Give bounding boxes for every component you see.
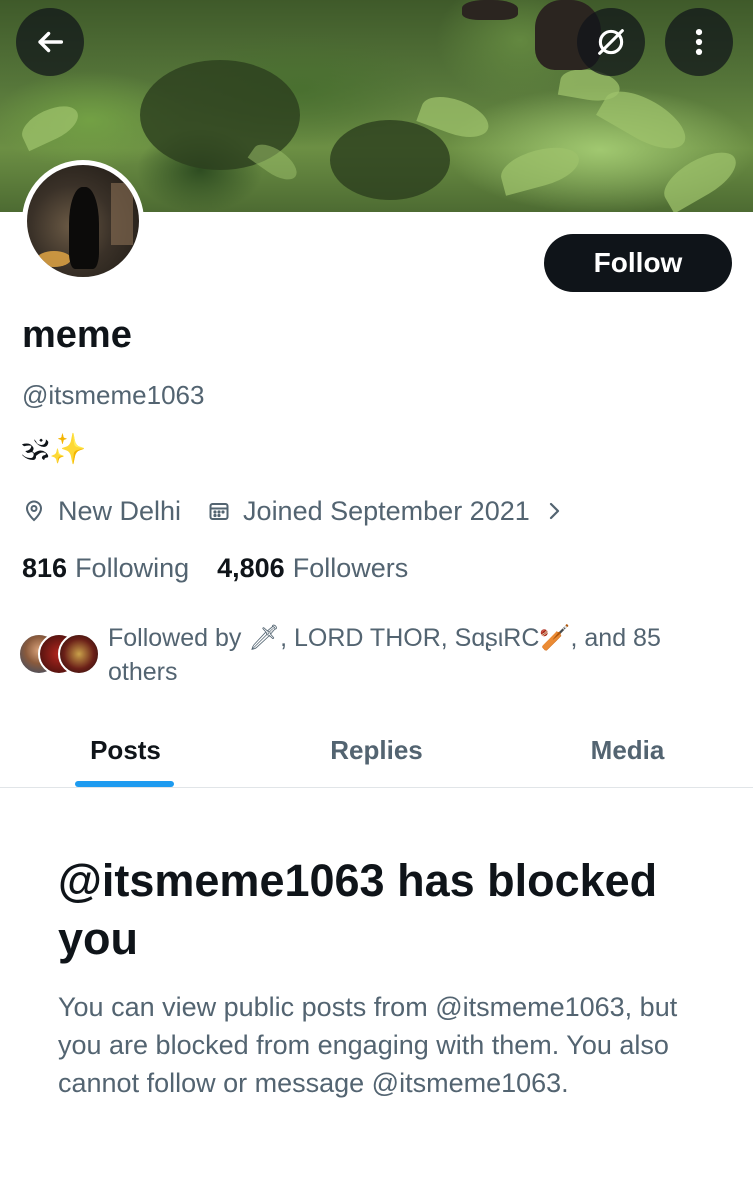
- profile-stats: 816 Following 4,806 Followers: [22, 550, 408, 586]
- joined-text: Joined September 2021: [243, 495, 530, 526]
- unlink-icon: [598, 29, 624, 55]
- location-pin-icon: [25, 500, 43, 522]
- blocked-message: You can view public posts from @itsmeme1…: [58, 992, 678, 1098]
- followers-count: 4,806: [217, 552, 285, 583]
- mutual-avatar: [58, 633, 100, 675]
- arrow-left-icon: [38, 31, 64, 53]
- profile-bio: 🕉✨: [22, 432, 87, 467]
- mutual-followers-avatars[interactable]: [18, 633, 102, 677]
- unlink-button[interactable]: [577, 8, 645, 76]
- profile-avatar[interactable]: [22, 160, 144, 282]
- display-name: meme: [22, 314, 132, 356]
- profile-tabs: Posts Replies Media: [0, 712, 753, 788]
- followed-by-text[interactable]: Followed by 🗡, LORD THOR, SɑʂιRC🏏, and 8…: [108, 621, 688, 689]
- tab-media[interactable]: Media: [502, 712, 753, 788]
- more-options-button[interactable]: [665, 8, 733, 76]
- follow-button[interactable]: Follow: [544, 234, 732, 292]
- following-count: 816: [22, 552, 68, 583]
- vertical-ellipsis-icon: [695, 28, 703, 56]
- back-button[interactable]: [16, 8, 84, 76]
- tab-replies[interactable]: Replies: [251, 712, 502, 788]
- following-link[interactable]: 816 Following: [22, 553, 189, 584]
- profile-meta: New Delhi Joined September 2021: [22, 493, 566, 529]
- profile-handle: @itsmeme1063: [22, 380, 205, 410]
- location-item: New Delhi: [22, 496, 181, 527]
- blocked-title: @itsmeme1063 has blocked you: [58, 855, 658, 964]
- followers-label: Followers: [292, 552, 409, 583]
- calendar-icon: [209, 503, 229, 520]
- following-label: Following: [75, 552, 190, 583]
- tab-posts[interactable]: Posts: [0, 712, 251, 788]
- joined-item[interactable]: Joined September 2021: [207, 496, 566, 527]
- location-text: New Delhi: [58, 495, 182, 526]
- followers-link[interactable]: 4,806 Followers: [217, 553, 408, 584]
- active-tab-indicator: [75, 781, 174, 787]
- chevron-right-icon: [549, 502, 559, 520]
